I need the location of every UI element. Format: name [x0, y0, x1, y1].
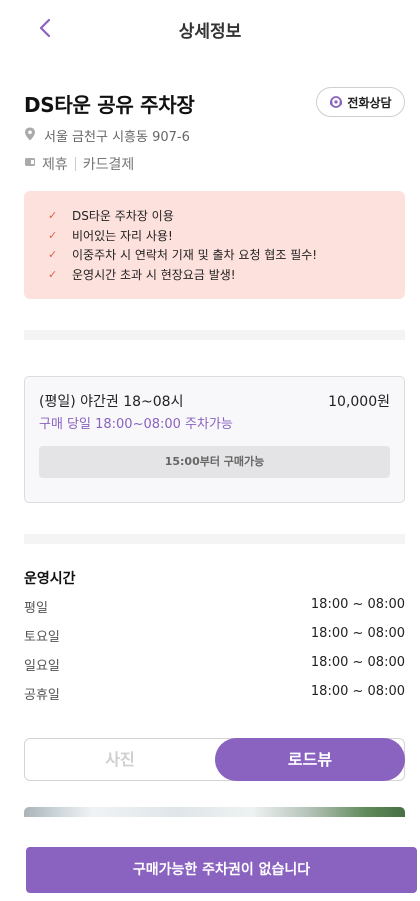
notice-item: ✓ 비어있는 자리 사용! — [48, 228, 173, 243]
operating-hours-title: 운영시간 — [24, 571, 76, 587]
location-pin-icon — [24, 127, 36, 145]
check-icon: ✓ — [48, 267, 58, 281]
header-bar: 상세정보 — [0, 0, 420, 56]
section-divider — [24, 534, 405, 544]
section-divider — [24, 330, 405, 340]
hours-row: 평일 18:00 ~ 08:00 — [24, 597, 405, 617]
purchase-availability-button[interactable]: 15:00부터 구매가능 — [39, 446, 390, 478]
tag-separator — [74, 157, 76, 171]
address-text: 서울 금천구 시흥동 907-6 — [44, 130, 190, 145]
check-icon: ✓ — [48, 209, 58, 223]
notice-box: ✓ DS타운 주차장 이용 ✓ 비어있는 자리 사용! ✓ 이중주차 시 연락처… — [24, 191, 405, 299]
notice-item: ✓ 운영시간 초과 시 현장요금 발생! — [48, 267, 236, 282]
tag-card-payment: 카드결제 — [82, 157, 135, 173]
ticket-usage-window: 구매 당일 18:00~08:00 주차가능 — [39, 417, 233, 432]
address-line: 서울 금천구 시흥동 907-6 — [24, 126, 190, 145]
feature-tags: 제휴 카드결제 — [24, 154, 134, 174]
phone-consult-button[interactable]: 전화상담 — [316, 87, 405, 117]
no-ticket-available-button[interactable]: 구매가능한 주차권이 없습니다 — [26, 847, 417, 893]
notice-item: ✓ DS타운 주차장 이용 — [48, 209, 174, 224]
hours-day: 공휴일 — [24, 688, 60, 703]
roadview-image[interactable] — [24, 807, 405, 817]
ticket-card[interactable]: (평일) 야간권 18~08시 10,000원 구매 당일 18:00~08:0… — [24, 376, 405, 503]
tab-photo[interactable]: 사진 — [25, 739, 215, 780]
check-icon: ✓ — [48, 228, 58, 242]
tag-icon — [24, 156, 36, 172]
notice-item: ✓ 이중주차 시 연락처 기재 및 출차 요청 협조 필수! — [48, 248, 318, 263]
phone-consult-label: 전화상담 — [347, 95, 392, 110]
hours-time: 18:00 ~ 08:00 — [310, 684, 405, 699]
page-title: 상세정보 — [178, 22, 242, 42]
hours-row: 일요일 18:00 ~ 08:00 — [24, 655, 405, 675]
hours-time: 18:00 ~ 08:00 — [310, 655, 405, 670]
parking-lot-name: DS타운 공유 주차장 — [24, 93, 195, 117]
headset-icon — [329, 95, 343, 109]
hours-row: 공휴일 18:00 ~ 08:00 — [24, 684, 405, 704]
tab-roadview[interactable]: 로드뷰 — [215, 738, 405, 781]
ticket-name: (평일) 야간권 18~08시 — [39, 394, 184, 410]
hours-day: 평일 — [24, 601, 48, 616]
hours-time: 18:00 ~ 08:00 — [310, 626, 405, 641]
tag-partnership: 제휴 — [42, 157, 68, 173]
hours-time: 18:00 ~ 08:00 — [310, 597, 405, 612]
hours-day: 일요일 — [24, 659, 60, 674]
hours-day: 토요일 — [24, 630, 60, 645]
photo-roadview-toggle: 사진 로드뷰 — [24, 738, 405, 781]
ticket-price: 10,000원 — [328, 394, 390, 410]
check-icon: ✓ — [48, 248, 58, 262]
hours-row: 토요일 18:00 ~ 08:00 — [24, 626, 405, 646]
